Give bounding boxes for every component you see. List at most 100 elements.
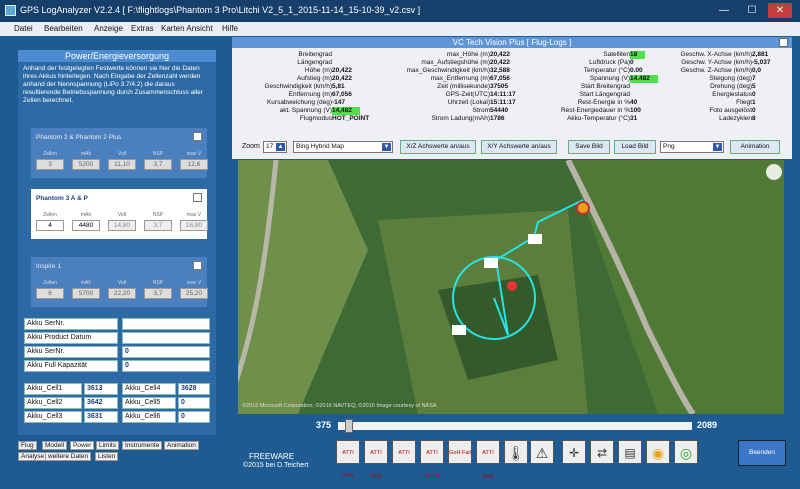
tab-animation[interactable]: Animation — [164, 441, 199, 450]
cell-value: 3642 — [84, 397, 118, 409]
akku-row-label: Akku SerNr. — [24, 318, 118, 330]
info-value: 0 — [630, 59, 634, 66]
battery-card-checkbox[interactable] — [193, 193, 202, 202]
atti-goh-icon[interactable]: ATTI GoH — [476, 440, 500, 480]
menu-bearbeiten[interactable]: Bearbeiten — [44, 24, 83, 33]
info-label: Geschw. Z-Achse (km/h) — [680, 67, 752, 74]
thermometer-icon[interactable]: 🌡 — [504, 440, 528, 464]
load-image-button[interactable]: Load Bild — [614, 140, 656, 154]
atti-unknown-icon[interactable]: ATTI ???? — [336, 440, 360, 480]
info-value: 20,422 — [332, 67, 352, 74]
cell-label: Akku_Cell5 — [122, 397, 176, 409]
col-label: mAh — [80, 280, 92, 286]
info-value: 20,422 — [332, 75, 352, 82]
menu-karten-ansicht[interactable]: Karten Ansicht — [161, 24, 213, 33]
info-value: 14:11:17 — [490, 91, 516, 98]
mah-input[interactable]: 4480 — [72, 220, 100, 231]
save-image-button[interactable]: Save Bild — [568, 140, 610, 154]
info-label: Flugmodus — [299, 115, 332, 122]
chart-icon[interactable]: ▤ — [618, 440, 642, 464]
home-icon[interactable]: ◉ — [646, 440, 670, 464]
info-label: Start Breitengrad — [580, 83, 630, 90]
tab-listen[interactable]: Listen — [95, 452, 119, 461]
credit-label: ©2015 bei D.Teichert — [243, 462, 309, 469]
info-value: 67,056 — [332, 91, 352, 98]
battery-card-checkbox[interactable] — [193, 132, 202, 141]
info-label: Spannung (V) — [589, 75, 630, 82]
cells-input[interactable]: 4 — [36, 220, 64, 231]
tab-analyse[interactable]: Analyse — [18, 452, 48, 461]
goh-fail-icon[interactable]: GoH Fail — [448, 440, 472, 464]
col-label: max V — [186, 151, 202, 157]
menu-extras[interactable]: Extras — [131, 24, 154, 33]
info-label: Ladezyklen — [719, 115, 752, 122]
target-icon[interactable]: ◎ — [674, 440, 698, 464]
flight-log-header: VC Tech Vision Plus [ Flug-Logs ] — [232, 37, 792, 48]
tab-flug[interactable]: Flug — [18, 441, 37, 450]
timeline-slider[interactable] — [338, 419, 692, 433]
col-label: Zellen — [43, 280, 57, 286]
mah-input[interactable]: 5200 — [72, 159, 100, 170]
xz-axis-toggle-button[interactable]: X/Z Achswerte an/aus — [400, 140, 476, 154]
info-value: 40 — [630, 99, 638, 106]
warning-icon[interactable]: ⚠ — [530, 440, 554, 464]
power-description: Anhand der festgelegten Festwerte können… — [23, 65, 203, 104]
menu-hilfe[interactable]: Hilfe — [222, 24, 238, 33]
photo-marker-icon — [484, 258, 498, 268]
timeline-thumb[interactable] — [345, 419, 354, 433]
menu-anzeige[interactable]: Anzeige — [94, 24, 123, 33]
cell-value: 0 — [178, 397, 210, 409]
info-label: max_Aufstiegshöhe (m) — [421, 59, 490, 66]
power-panel: Power/Energieversorgung Anhand der festg… — [18, 50, 216, 435]
tab-instrumente[interactable]: Instrumente — [122, 441, 163, 450]
cells-input[interactable]: 3 — [36, 159, 64, 170]
atti-foto-icon[interactable]: ATTI FOTO — [420, 440, 444, 480]
crosshair-icon[interactable]: ✛ — [562, 440, 586, 464]
col-label: Zellen — [43, 151, 57, 157]
cells-input[interactable]: 6 — [36, 288, 64, 299]
info-label: Drehung (deg) — [710, 83, 752, 90]
menu-datei[interactable]: Datei — [14, 24, 33, 33]
panel-toggle-icon[interactable] — [779, 38, 788, 47]
tab-modell[interactable]: Modell — [42, 441, 68, 450]
col-label: max V — [186, 212, 202, 218]
info-value: 54440 — [490, 107, 509, 114]
battery-card-phantom3: Phantom 3 A & P Zellen mAh Volt NSP max … — [28, 186, 210, 242]
beenden-button[interactable]: Beenden — [738, 440, 786, 466]
mah-input[interactable]: 5700 — [72, 288, 100, 299]
info-value: 1 — [752, 99, 756, 106]
info-label: Zeit (millisekunde) — [437, 83, 490, 90]
akku-row-label: Akku Product Datum — [24, 332, 118, 344]
akku-row-value: 0 — [122, 346, 210, 358]
info-label: Geschw. Y-Achse (km/h) — [681, 59, 752, 66]
cell-value: 0 — [178, 411, 210, 423]
atti-gps-icon[interactable]: ATTI GPS — [364, 440, 388, 480]
battery-card-name: Phantom 2 & Phantom 2 Plus — [36, 134, 122, 141]
info-value: 32,588 — [490, 67, 510, 74]
animation-button[interactable]: Animation — [730, 140, 780, 154]
minimize-button[interactable]: — — [712, 3, 736, 18]
format-select[interactable]: Png ▼ — [660, 141, 724, 153]
close-button[interactable]: ✕ — [768, 3, 792, 18]
info-label: Akku-Temperatur (°C) — [567, 115, 630, 122]
info-label: Höhe (m) — [304, 67, 332, 74]
map-type-select[interactable]: Bing Hybrid Map ▼ — [293, 141, 393, 153]
atti-icon[interactable]: ATTI — [392, 440, 416, 464]
info-label: Uhrzeit (Lokal) — [447, 99, 490, 106]
info-value: -5,037 — [752, 59, 771, 66]
map-view[interactable]: ©2016 Microsoft Corporation, ©2016 NAVTE… — [238, 160, 784, 414]
maxv-input: 12,6 — [180, 159, 208, 170]
tab-limits[interactable]: Limits — [96, 441, 119, 450]
map-pan-icon[interactable] — [766, 164, 782, 180]
zoom-select[interactable]: 17 ▲ — [263, 141, 287, 153]
info-label: Steigung (deg) — [709, 75, 752, 82]
tab-weitere-daten[interactable]: weitere Daten — [45, 452, 92, 461]
xy-axis-toggle-button[interactable]: X/Y Achswerte an/aus — [481, 140, 557, 154]
route-icon[interactable]: ⇄ — [590, 440, 614, 464]
maximize-button[interactable]: ☐ — [740, 3, 764, 18]
nsp-input: 3,7 — [144, 159, 172, 170]
battery-card-checkbox[interactable] — [193, 261, 202, 270]
tab-power[interactable]: Power — [70, 441, 95, 450]
chevron-down-icon: ▼ — [382, 143, 391, 151]
info-label: max_Höhe (m) — [447, 51, 490, 58]
